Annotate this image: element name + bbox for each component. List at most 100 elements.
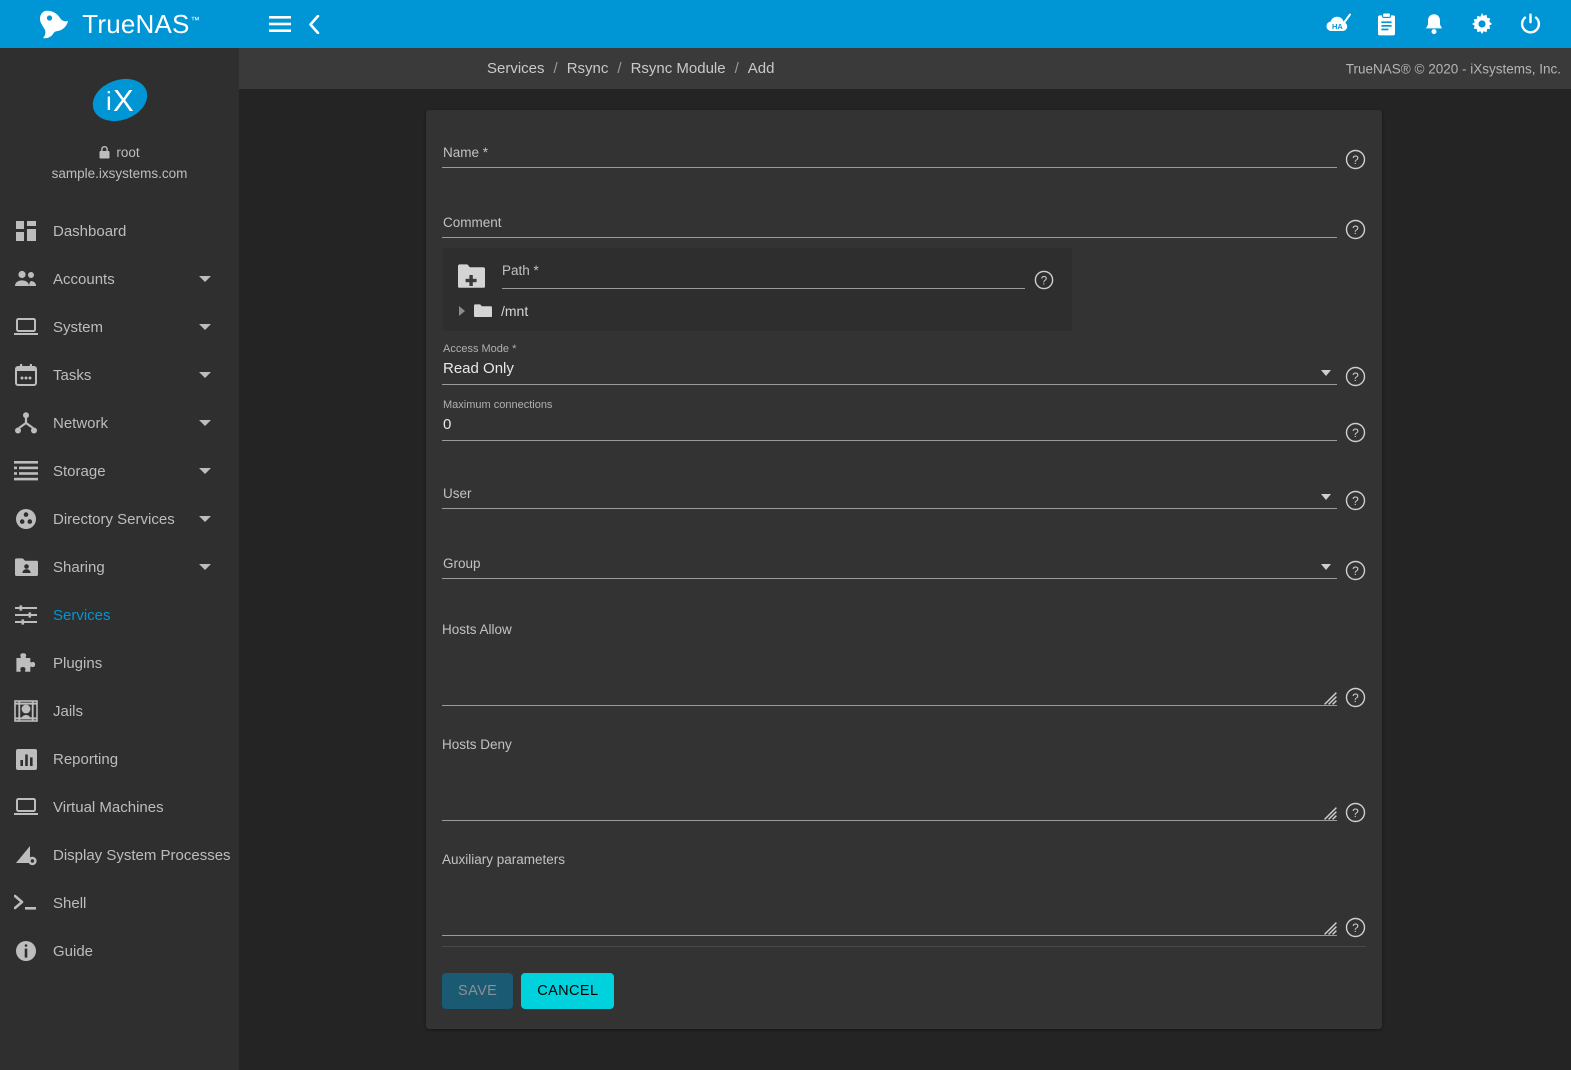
svg-text:?: ? bbox=[1041, 275, 1047, 287]
sidebar-item-shell[interactable]: Shell bbox=[0, 879, 239, 927]
sidebar-item-label: Tasks bbox=[53, 366, 92, 384]
create-folder-icon[interactable] bbox=[457, 263, 487, 289]
sidebar-item-jails[interactable]: Jails bbox=[0, 687, 239, 735]
system-icon bbox=[13, 314, 39, 340]
group-label: Group bbox=[443, 556, 481, 571]
brand-header[interactable]: TrueNAS™ bbox=[0, 0, 239, 48]
access-mode-underline bbox=[442, 384, 1337, 385]
comment-input[interactable]: Comment bbox=[442, 198, 1337, 238]
sidebar-item-network[interactable]: Network bbox=[0, 399, 239, 447]
sidebar-item-directory-services[interactable]: Directory Services bbox=[0, 495, 239, 543]
field-user: User ? bbox=[442, 469, 1366, 511]
help-circle-icon[interactable]: ? bbox=[1345, 149, 1366, 170]
auxiliary-parameters-textarea[interactable]: Auxiliary parameters bbox=[442, 835, 1337, 936]
chevron-down-icon[interactable] bbox=[199, 420, 211, 426]
path-tree-node-mnt[interactable]: /mnt bbox=[443, 289, 1072, 319]
sidebar-item-reporting[interactable]: Reporting bbox=[0, 735, 239, 783]
name-input[interactable]: Name * bbox=[442, 128, 1337, 168]
cancel-button[interactable]: CANCEL bbox=[521, 973, 615, 1009]
bell-notifications-icon[interactable] bbox=[1417, 7, 1451, 41]
breadcrumb-item-services[interactable]: Services bbox=[487, 60, 545, 77]
svg-text:?: ? bbox=[1352, 370, 1359, 384]
save-button[interactable]: SAVE bbox=[442, 973, 514, 1009]
svg-text:?: ? bbox=[1352, 806, 1359, 820]
sidebar-item-services[interactable]: Services bbox=[0, 591, 239, 639]
help-circle-icon[interactable]: ? bbox=[1345, 219, 1366, 240]
reporting-icon bbox=[13, 746, 39, 772]
help-circle-icon[interactable]: ? bbox=[1345, 490, 1366, 511]
sidebar-item-label: Guide bbox=[53, 942, 94, 960]
user-select[interactable]: User bbox=[442, 469, 1337, 509]
breadcrumb-item-add: Add bbox=[747, 60, 775, 77]
truenas-logo-icon bbox=[40, 10, 69, 39]
sidebar-item-label: Plugins bbox=[53, 654, 103, 672]
user-underline bbox=[442, 508, 1337, 509]
hosts-allow-label: Hosts Allow bbox=[442, 622, 512, 637]
group-select[interactable]: Group bbox=[442, 539, 1337, 579]
sidebar-item-storage[interactable]: Storage bbox=[0, 447, 239, 495]
ha-cloud-status-icon[interactable]: HA bbox=[1321, 7, 1355, 41]
path-input[interactable]: Path * bbox=[502, 262, 1025, 289]
max-connections-input[interactable]: Maximum connections 0 bbox=[442, 399, 1337, 441]
hostname-label: sample.ixsystems.com bbox=[51, 166, 188, 181]
resize-grip-icon[interactable] bbox=[1324, 922, 1337, 935]
sidebar-item-label: Sharing bbox=[53, 558, 105, 576]
sidebar-item-dashboard[interactable]: Dashboard bbox=[0, 207, 239, 255]
help-circle-icon[interactable]: ? bbox=[1345, 366, 1366, 387]
chevron-down-icon[interactable] bbox=[199, 468, 211, 474]
gear-settings-icon[interactable] bbox=[1465, 7, 1499, 41]
access-mode-select[interactable]: Access Mode * Read Only bbox=[442, 343, 1337, 385]
field-group: Group ? bbox=[442, 539, 1366, 581]
clipboard-jobs-icon[interactable] bbox=[1369, 7, 1403, 41]
breadcrumb-item-rsync[interactable]: Rsync bbox=[567, 60, 609, 77]
resize-grip-icon[interactable] bbox=[1324, 807, 1337, 820]
name-label: Name * bbox=[443, 145, 489, 160]
help-circle-icon[interactable]: ? bbox=[1345, 422, 1366, 443]
power-icon[interactable] bbox=[1513, 7, 1547, 41]
chevron-right-icon[interactable] bbox=[459, 306, 465, 316]
help-circle-icon[interactable]: ? bbox=[1345, 802, 1366, 823]
chevron-left-icon[interactable] bbox=[297, 7, 331, 41]
sidebar-item-accounts[interactable]: Accounts bbox=[0, 255, 239, 303]
auxiliary-parameters-value bbox=[442, 869, 1337, 935]
svg-text:?: ? bbox=[1352, 691, 1359, 705]
sidebar-item-label: Display System Processes bbox=[53, 846, 231, 864]
hosts-allow-textarea[interactable]: Hosts Allow bbox=[442, 605, 1337, 706]
sidebar-item-sharing[interactable]: Sharing bbox=[0, 543, 239, 591]
hosts-deny-value bbox=[442, 754, 1337, 820]
lock-icon bbox=[99, 146, 110, 159]
chevron-down-icon[interactable] bbox=[1321, 564, 1331, 570]
ix-logo-icon: i X bbox=[92, 78, 147, 122]
path-header-row: Path * ? bbox=[443, 262, 1072, 290]
sidebar-item-guide[interactable]: Guide bbox=[0, 927, 239, 975]
help-circle-icon[interactable]: ? bbox=[1345, 917, 1366, 938]
sidebar-item-system[interactable]: System bbox=[0, 303, 239, 351]
sidebar-item-plugins[interactable]: Plugins bbox=[0, 639, 239, 687]
sidebar-item-label: Jails bbox=[53, 702, 84, 720]
chevron-down-icon[interactable] bbox=[199, 516, 211, 522]
hosts-deny-underline bbox=[442, 820, 1337, 821]
sidebar-item-display-system-processes[interactable]: Display System Processes bbox=[0, 831, 239, 879]
svg-text:?: ? bbox=[1352, 564, 1359, 578]
content-area: Name * ? Comment ? Path * ? /mnt Access … bbox=[239, 89, 1571, 1070]
hosts-deny-textarea[interactable]: Hosts Deny bbox=[442, 720, 1337, 821]
main-column: HA Services / Rsync / Rsync Module / Add… bbox=[239, 0, 1571, 1070]
sharing-icon bbox=[13, 554, 39, 580]
help-circle-icon[interactable]: ? bbox=[1345, 687, 1366, 708]
chevron-down-icon[interactable] bbox=[1321, 370, 1331, 376]
svg-text:i: i bbox=[106, 86, 112, 116]
help-circle-icon[interactable]: ? bbox=[1034, 270, 1054, 290]
virtual-machines-icon bbox=[13, 794, 39, 820]
sidebar-item-virtual-machines[interactable]: Virtual Machines bbox=[0, 783, 239, 831]
chevron-down-icon[interactable] bbox=[199, 324, 211, 330]
chevron-down-icon[interactable] bbox=[199, 276, 211, 282]
resize-grip-icon[interactable] bbox=[1324, 692, 1337, 705]
sidebar-item-tasks[interactable]: Tasks bbox=[0, 351, 239, 399]
hamburger-menu-icon[interactable] bbox=[263, 7, 297, 41]
chevron-down-icon[interactable] bbox=[199, 372, 211, 378]
chevron-down-icon[interactable] bbox=[1321, 494, 1331, 500]
help-circle-icon[interactable]: ? bbox=[1345, 560, 1366, 581]
chevron-down-icon[interactable] bbox=[199, 564, 211, 570]
breadcrumb-item-rsync-module[interactable]: Rsync Module bbox=[631, 60, 726, 77]
sidebar-item-label: Services bbox=[53, 606, 111, 624]
